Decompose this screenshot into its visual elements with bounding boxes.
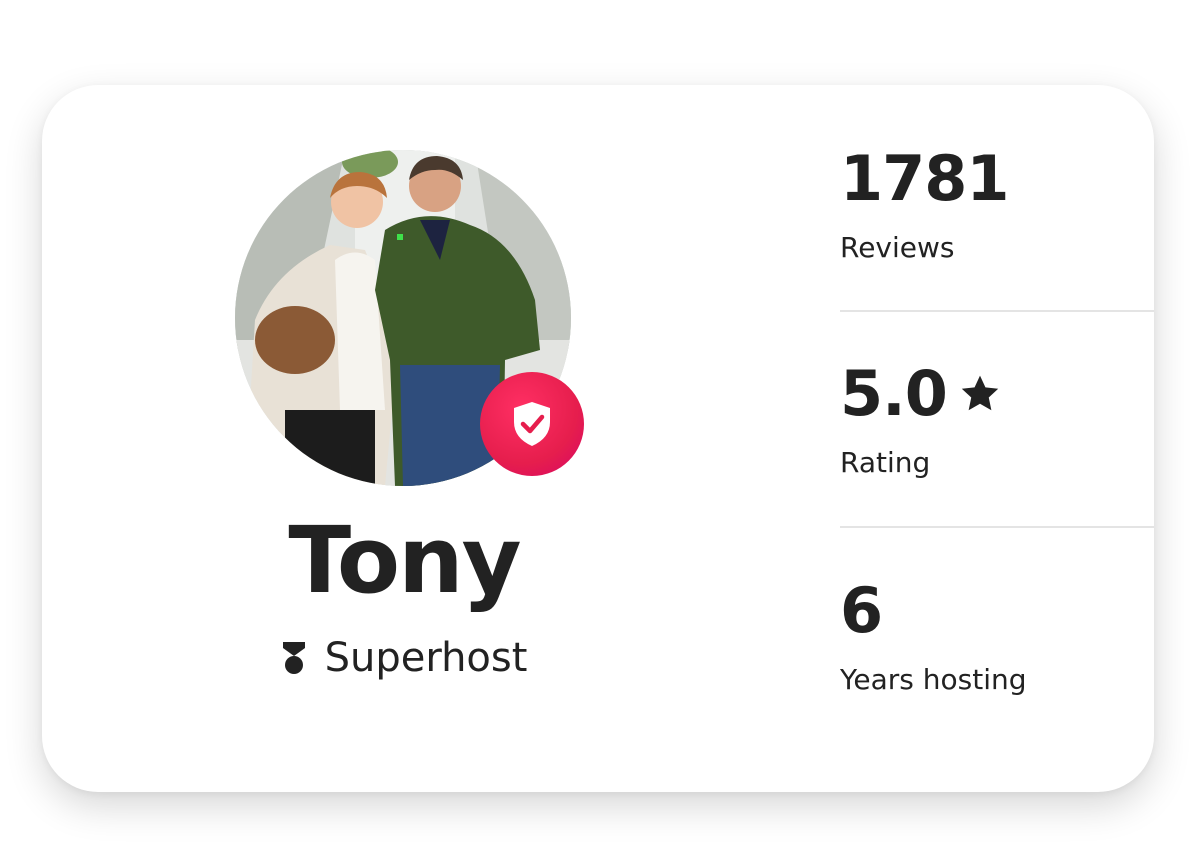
stat-divider (840, 310, 1154, 312)
years-hosting-value: 6 (840, 574, 883, 647)
host-name: Tony (288, 507, 521, 614)
rating-value-row: 5.0 (840, 363, 1154, 425)
stat-reviews[interactable]: 1781 Reviews (840, 148, 1154, 262)
superhost-label: Superhost (324, 635, 528, 681)
reviews-count: 1781 (840, 142, 1010, 215)
rating-label: Rating (840, 446, 931, 479)
rating-value: 5.0 (840, 357, 948, 430)
stat-divider (840, 526, 1154, 528)
stat-rating[interactable]: 5.0 Rating (840, 363, 1154, 477)
superhost-medal-icon (281, 640, 307, 676)
star-icon (959, 373, 1001, 415)
verified-badge (480, 372, 584, 476)
host-profile-card: Tony Superhost 1781 Reviews 5.0 Rating 6… (42, 85, 1154, 792)
superhost-badge: Superhost (202, 638, 606, 678)
reviews-label: Reviews (840, 231, 955, 264)
years-hosting-label: Years hosting (840, 663, 1027, 696)
shield-check-icon (514, 402, 550, 446)
stat-years-hosting[interactable]: 6 Years hosting (840, 580, 1154, 694)
